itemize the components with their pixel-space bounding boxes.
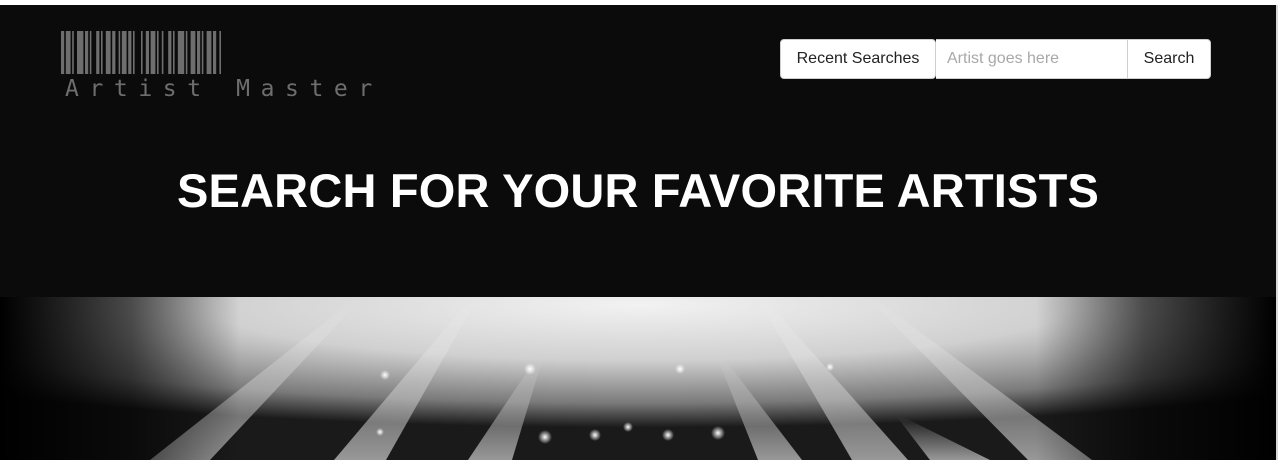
logo-text: Artist Master	[65, 76, 383, 102]
hero-image	[0, 297, 1276, 460]
site-logo[interactable]: Artist Master	[61, 31, 372, 103]
artist-search-input[interactable]	[936, 39, 1127, 79]
concert-lights-image	[0, 297, 1276, 460]
recent-searches-button[interactable]: Recent Searches	[780, 39, 936, 79]
page-title: SEARCH FOR YOUR FAVORITE ARTISTS	[176, 164, 1100, 217]
barcode-icon	[61, 31, 221, 74]
page: Artist Master Recent Searches Search SEA…	[0, 5, 1276, 460]
search-button[interactable]: Search	[1127, 39, 1211, 79]
top-nav: Recent Searches Search	[780, 39, 1211, 79]
